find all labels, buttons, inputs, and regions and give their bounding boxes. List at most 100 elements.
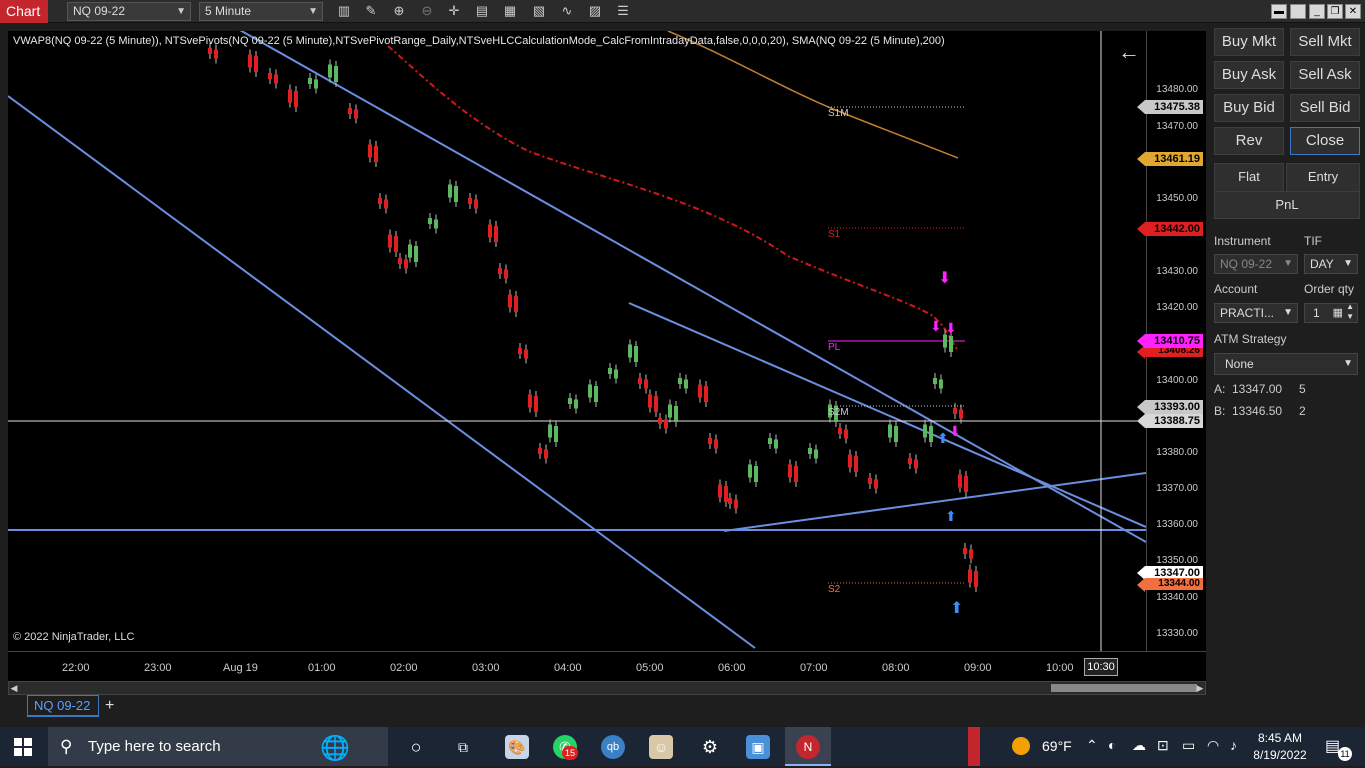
chevron-down-icon: ▼ [176, 6, 186, 17]
instrument-label: Instrument [1214, 234, 1271, 248]
photos-icon[interactable]: ▣ [746, 735, 770, 759]
window-tile-icon[interactable]: ▬ [1271, 4, 1287, 19]
candle-body [963, 548, 967, 554]
avatar-app-icon[interactable]: ☺ [649, 735, 673, 759]
time-axis[interactable]: 22:00 23:00 Aug 19 01:00 02:00 03:00 04:… [8, 651, 1206, 681]
taskbar-clock-time[interactable]: 8:45 AM [1255, 731, 1305, 745]
weather-temperature[interactable]: 69°F [1042, 738, 1072, 754]
scroll-right-icon[interactable]: ▶ [1195, 682, 1205, 694]
menu-icon[interactable]: ☰ [615, 3, 631, 19]
candle-body [888, 424, 892, 438]
price-axis[interactable]: 13480.00 13470.00 13450.00 13430.00 1342… [1137, 31, 1206, 651]
instrument-selector-value: NQ 09-22 [73, 4, 126, 18]
volume-icon[interactable]: ♪ [1230, 737, 1237, 753]
task-view-icon[interactable]: ⧉ [451, 735, 475, 759]
minimize-icon[interactable]: _ [1309, 4, 1325, 19]
crosshair-icon[interactable]: ✛ [446, 3, 462, 19]
chart-scrollbar[interactable]: ◀ ▶ [8, 681, 1206, 695]
onedrive-cloud-icon[interactable]: ☁ [1132, 737, 1146, 754]
paint-app-icon[interactable]: 🎨 [505, 735, 529, 759]
bar-type-icon[interactable]: ▥ [336, 3, 352, 19]
scroll-thumb[interactable] [1051, 684, 1197, 692]
flat-button[interactable]: Flat [1214, 163, 1284, 192]
back-arrow-icon[interactable]: ← [1118, 39, 1140, 65]
candle-body [588, 384, 592, 398]
trend-line [723, 472, 1146, 532]
candle-body [714, 439, 718, 449]
taskbar-search-input[interactable]: ⚲ Type here to search 🌐 [48, 727, 388, 766]
candle-body [208, 48, 212, 54]
instrument-select[interactable]: NQ 09-22 ▼ [1214, 254, 1298, 274]
price-tick: 13430.00 [1156, 266, 1198, 277]
chevron-up-icon[interactable]: ⌃ [1086, 737, 1098, 754]
chart-trader-icon[interactable]: ▧ [531, 3, 547, 19]
trend-line [8, 95, 756, 649]
interval-selector[interactable]: 5 Minute ▼ [199, 2, 323, 21]
drawing-pencil-icon[interactable]: ✎ [363, 3, 379, 19]
candle-body [658, 418, 662, 424]
account-select[interactable]: PRACTI... ▼ [1214, 303, 1298, 323]
chart-panel[interactable]: ⬇ ⬇ ⬇ ⬇ ⬆ ⬆ ⬆ VWAP8(NQ 09-22 (5 Minute))… [8, 31, 1146, 651]
buy-ask-button[interactable]: Buy Ask [1214, 61, 1284, 89]
order-qty-stepper[interactable]: 1 ▦ ▲ ▼ [1304, 302, 1358, 323]
qbittorrent-icon[interactable]: qb [601, 735, 625, 759]
taskbar-clock-date[interactable]: 8/19/2022 [1250, 748, 1310, 762]
candle-body [414, 246, 418, 262]
pnl-button[interactable]: PnL [1214, 191, 1360, 219]
zoom-in-icon[interactable]: ⊕ [391, 3, 407, 19]
candle-body [574, 399, 578, 409]
candlestick-series [208, 43, 978, 592]
windows-start-icon[interactable] [14, 738, 32, 756]
sell-mkt-button[interactable]: Sell Mkt [1290, 28, 1360, 56]
tab-nq-09-22[interactable]: NQ 09-22 [27, 695, 99, 717]
buy-mkt-button[interactable]: Buy Mkt [1214, 28, 1284, 56]
candle-body [929, 426, 933, 442]
wifi-icon[interactable]: ◠ [1207, 737, 1219, 754]
restore-icon[interactable]: ❐ [1327, 4, 1343, 19]
calculator-icon[interactable]: ▦ [1333, 304, 1343, 322]
account-select-value: PRACTI... [1220, 306, 1275, 320]
whatsapp-badge: 15 [562, 746, 578, 760]
window-blank-icon[interactable] [1290, 4, 1306, 19]
candle-body [648, 394, 652, 408]
candle-body [498, 268, 502, 274]
ninjatrader-taskbar-item[interactable]: N [785, 727, 831, 766]
chart-window-tab[interactable]: Chart [0, 0, 48, 23]
properties-icon[interactable]: ▤ [474, 3, 490, 19]
strategies-icon[interactable]: ▨ [587, 3, 603, 19]
add-tab-button[interactable]: + [105, 695, 114, 717]
stepper-arrows-icon[interactable]: ▲ ▼ [1346, 302, 1354, 322]
weather-sun-icon[interactable] [1012, 737, 1030, 755]
battery-icon[interactable]: ▭ [1182, 737, 1195, 754]
close-icon[interactable]: ✕ [1345, 4, 1361, 19]
candle-body [554, 426, 558, 442]
pivot-label-s2m: S2M [828, 407, 849, 418]
entry-button[interactable]: Entry [1286, 163, 1360, 192]
price-marker: 13442.00 [1137, 222, 1203, 236]
scroll-left-icon[interactable]: ◀ [9, 682, 19, 694]
security-icon[interactable]: ⊡ [1157, 737, 1169, 754]
tray-app-icon[interactable]: ◐ [1108, 737, 1116, 753]
price-chart[interactable]: ⬇ ⬇ ⬇ ⬇ ⬆ ⬆ ⬆ [8, 31, 1146, 651]
sell-ask-button[interactable]: Sell Ask [1290, 61, 1360, 89]
candle-body [664, 419, 668, 429]
sell-bid-button[interactable]: Sell Bid [1290, 94, 1360, 122]
tif-select[interactable]: DAY ▼ [1304, 254, 1358, 274]
indicators-icon[interactable]: ∿ [559, 3, 575, 19]
reverse-button[interactable]: Rev [1214, 127, 1284, 155]
candle-body [294, 91, 298, 107]
cortana-icon[interactable]: ○ [404, 735, 428, 759]
close-position-button[interactable]: Close [1290, 127, 1360, 155]
windows-taskbar: ⚲ Type here to search 🌐 ○ ⧉ 🎨 ✆ 15 qb ☺ … [0, 727, 1365, 766]
candle-body [398, 258, 402, 264]
settings-gear-icon[interactable]: ⚙ [698, 735, 722, 759]
instrument-selector[interactable]: NQ 09-22 ▼ [67, 2, 191, 21]
data-box-icon[interactable]: ▦ [502, 3, 518, 19]
zoom-out-icon[interactable]: ⊖ [419, 3, 435, 19]
candle-body [958, 474, 962, 488]
search-placeholder: Type here to search [88, 738, 221, 755]
atm-strategy-select[interactable]: None ▼ [1214, 353, 1358, 375]
buy-bid-button[interactable]: Buy Bid [1214, 94, 1284, 122]
candle-body [634, 346, 638, 362]
pivot-label-s1m: S1M [828, 108, 849, 119]
